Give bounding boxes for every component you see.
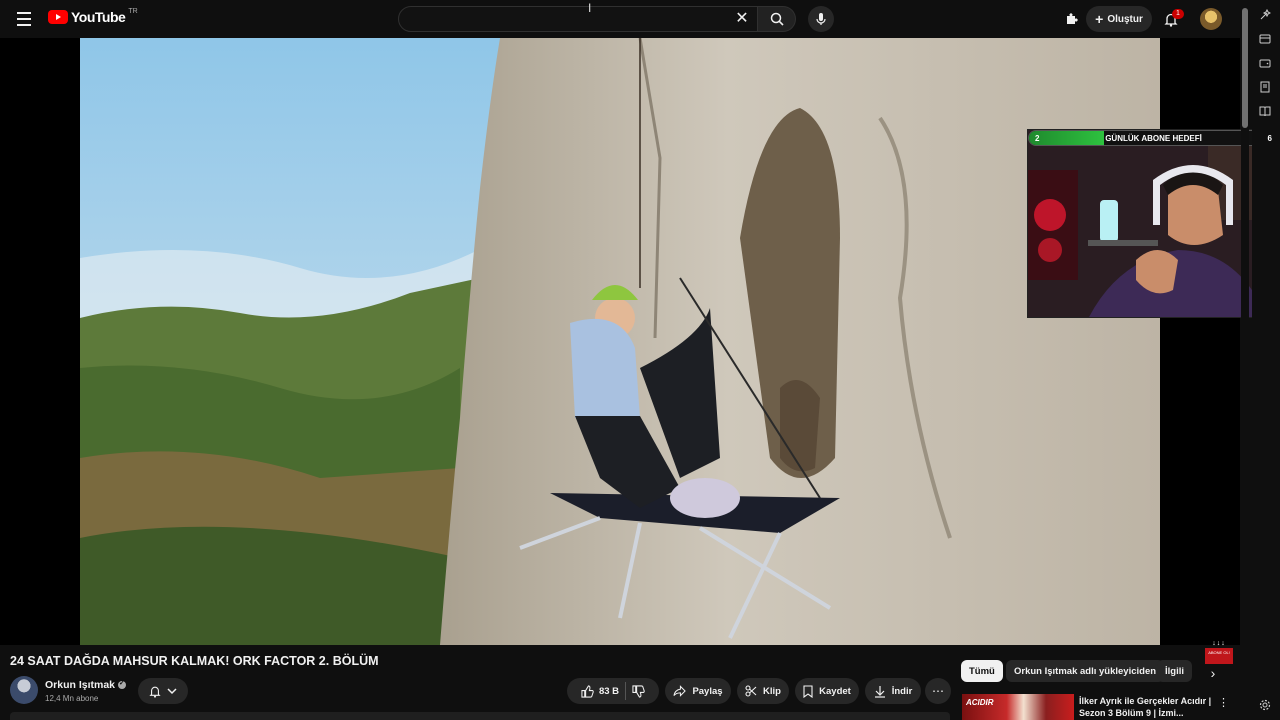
magic-icon[interactable] (1258, 8, 1272, 22)
thumbs-down-icon (632, 684, 645, 698)
masthead: YouTube TR ✕ I + Oluştur 1 (0, 0, 1240, 38)
scroll-thumb[interactable] (1242, 8, 1248, 128)
share-label: Paylaş (692, 685, 723, 697)
subscriber-count: 12,4 Mn abone (45, 694, 99, 703)
chip-from-uploader[interactable]: Orkun Işıtmak adlı yükleyiciden (1006, 660, 1165, 682)
search-box: ✕ (398, 6, 758, 32)
document-icon[interactable] (1258, 80, 1272, 94)
download-label: İndir (891, 685, 913, 697)
reader-icon[interactable] (1258, 104, 1272, 118)
like-dislike-group: 83 B (567, 678, 659, 704)
save-label: Kaydet (819, 685, 851, 697)
clear-search-icon[interactable]: ✕ (733, 10, 751, 28)
dislike-button[interactable] (632, 684, 645, 698)
account-avatar[interactable] (1200, 8, 1222, 30)
create-label: Oluştur (1107, 13, 1143, 25)
goal-start: 2 (1035, 133, 1040, 143)
clip-label: Klip (763, 685, 781, 697)
chip-all[interactable]: Tümü (961, 660, 1003, 682)
download-button[interactable]: İndir (865, 678, 921, 704)
chevron-down-icon (167, 688, 177, 695)
logo-region: TR (128, 7, 138, 15)
subscription-notification-button[interactable] (138, 678, 188, 704)
create-button[interactable]: + Oluştur (1086, 6, 1152, 32)
bookmark-icon (803, 684, 813, 698)
scissors-icon (745, 685, 757, 697)
plus-icon: + (1095, 11, 1104, 27)
subscribe-watermark[interactable]: ↓↓↓ ABONE OL! (1204, 640, 1234, 668)
page-scrollbar[interactable] (1241, 0, 1249, 720)
search-button[interactable] (758, 6, 796, 32)
play-logo-icon (48, 10, 68, 24)
thumbs-up-icon (581, 684, 594, 698)
share-button[interactable]: Paylaş (665, 678, 731, 704)
goal-label: GÜNLÜK ABONE HEDEFİ (1105, 133, 1202, 143)
recommendation-thumbnail[interactable]: ACIDIR (962, 694, 1074, 720)
abone-arrows: ↓↓↓ (1212, 640, 1226, 647)
save-button[interactable]: Kaydet (795, 678, 859, 704)
clip-button[interactable]: Klip (737, 678, 789, 704)
recommendation-title[interactable]: İlker Ayrık ile Gerçekler Acıdır | Sezon… (1079, 695, 1219, 719)
text-cursor-icon: I (588, 1, 592, 15)
youtube-logo[interactable]: YouTube TR (48, 7, 138, 25)
wallet-icon[interactable] (1258, 56, 1272, 70)
bell-icon (149, 686, 161, 698)
video-frame[interactable] (80, 38, 1160, 645)
menu-icon[interactable] (12, 7, 36, 31)
logo-text: YouTube (71, 9, 126, 25)
more-vertical-icon[interactable]: ⋮ (1218, 696, 1229, 710)
extension-rail (1252, 0, 1280, 720)
voice-search-button[interactable] (808, 6, 834, 32)
chevron-right-icon[interactable]: › (1205, 665, 1221, 681)
like-count: 83 B (598, 685, 620, 697)
verified-icon (118, 679, 127, 690)
goal-end: 6 (1267, 133, 1272, 143)
share-icon (673, 685, 687, 697)
description-box[interactable] (10, 712, 950, 720)
channel-name-text: Orkun Işıtmak (45, 679, 116, 691)
puzzle-icon (1067, 13, 1078, 24)
microphone-icon (816, 13, 826, 25)
settings-icon[interactable] (1258, 698, 1272, 712)
notification-badge: 1 (1172, 9, 1184, 19)
video-content (80, 38, 1160, 645)
chip-related[interactable]: İlgili (1157, 660, 1192, 682)
search-input[interactable] (399, 7, 719, 31)
channel-avatar[interactable] (10, 676, 38, 704)
download-icon (874, 685, 885, 698)
video-panel-icon[interactable] (1258, 32, 1272, 46)
more-horizontal-icon: ⋯ (932, 684, 944, 698)
channel-name[interactable]: Orkun Işıtmak (45, 679, 127, 691)
search-icon (770, 12, 784, 26)
like-divider (625, 682, 627, 700)
abone-text: ABONE OL! (1205, 648, 1233, 664)
goal-progress-fill (1029, 131, 1104, 145)
recommendation-thumb-text: ACIDIR (966, 698, 994, 707)
more-actions-button[interactable]: ⋯ (925, 678, 951, 704)
video-title: 24 SAAT DAĞDA MAHSUR KALMAK! ORK FACTOR … (10, 654, 379, 668)
extension-button[interactable] (1060, 8, 1082, 30)
like-button[interactable]: 83 B (581, 684, 620, 698)
